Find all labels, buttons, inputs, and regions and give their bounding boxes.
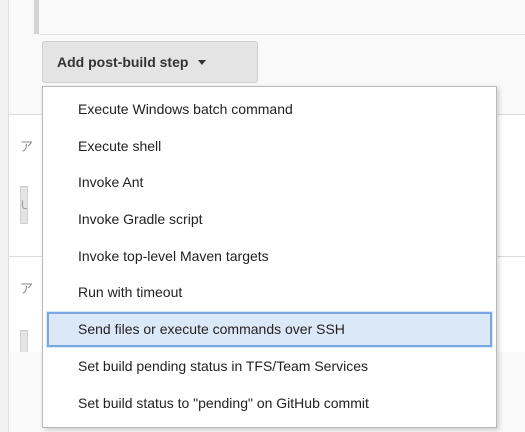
post-build-step-menu: Execute Windows batch command Execute sh…	[42, 86, 497, 429]
top-section-bar	[34, 0, 39, 34]
menu-item-tfs-pending-status[interactable]: Set build pending status in TFS/Team Ser…	[43, 348, 496, 385]
chevron-down-icon	[198, 60, 207, 65]
menu-item-execute-shell[interactable]: Execute shell	[43, 128, 496, 165]
background-field-text: U	[21, 198, 27, 212]
menu-item-invoke-ant[interactable]: Invoke Ant	[43, 164, 496, 201]
section-heading-glyph: ア	[20, 281, 34, 296]
add-post-build-step-label: Add post-build step	[57, 54, 189, 70]
menu-item-run-with-timeout[interactable]: Run with timeout	[43, 274, 496, 311]
menu-item-invoke-maven[interactable]: Invoke top-level Maven targets	[43, 238, 496, 275]
menu-item-execute-windows-batch[interactable]: Execute Windows batch command	[43, 91, 496, 128]
top-section-line	[39, 34, 525, 35]
page-left-border	[0, 0, 9, 432]
section-heading-glyph: ア	[20, 139, 34, 154]
menu-item-send-files-ssh[interactable]: Send files or execute commands over SSH	[46, 311, 493, 348]
menu-item-github-pending-status[interactable]: Set build status to "pending" on GitHub …	[43, 385, 496, 422]
background-field: U	[20, 186, 28, 224]
menu-item-invoke-gradle[interactable]: Invoke Gradle script	[43, 201, 496, 238]
add-post-build-step-button[interactable]: Add post-build step	[42, 41, 258, 83]
